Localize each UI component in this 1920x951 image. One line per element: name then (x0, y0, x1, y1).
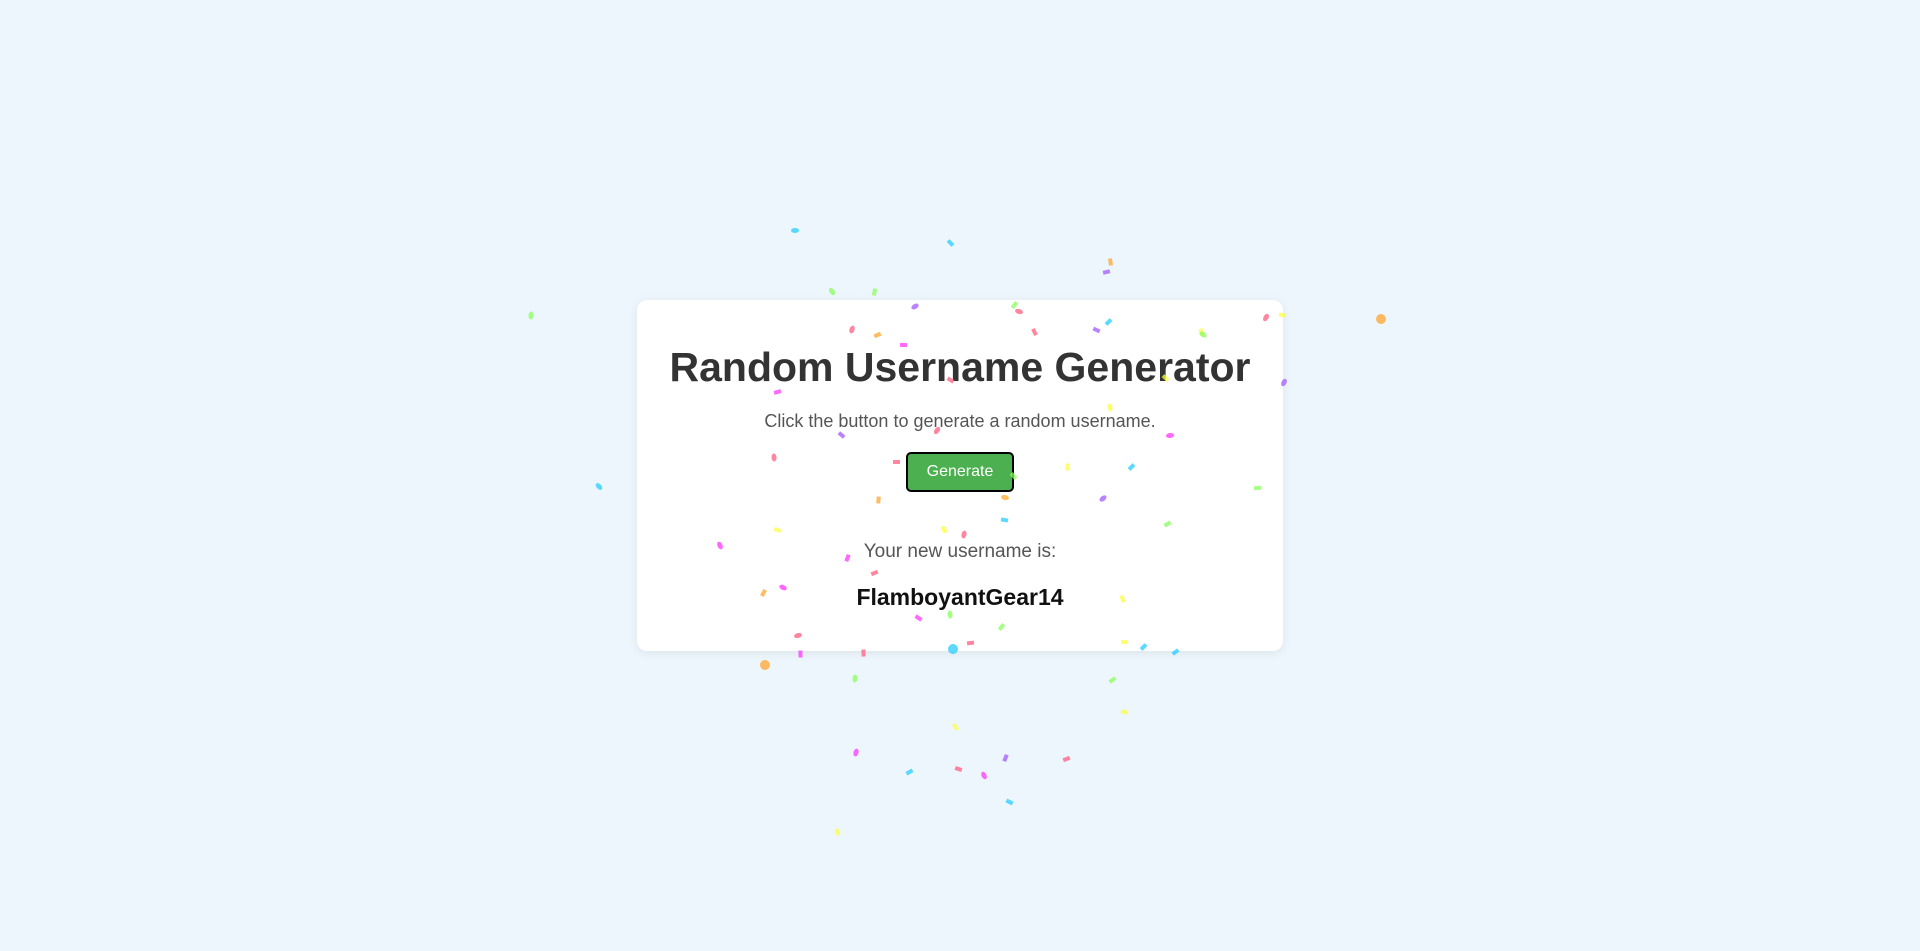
confetti-piece (905, 768, 914, 776)
confetti-piece (1107, 258, 1114, 266)
confetti-piece (757, 657, 773, 673)
confetti-piece (1102, 269, 1111, 275)
confetti-piece (946, 239, 955, 247)
page-title: Random Username Generator (669, 344, 1251, 390)
result-label: Your new username is: (863, 541, 1057, 562)
confetti-piece (791, 228, 799, 233)
generator-card: Random Username Generator Click the butt… (637, 300, 1283, 651)
confetti-piece (954, 766, 963, 772)
confetti-piece (827, 286, 837, 297)
confetti-piece (1062, 755, 1071, 763)
confetti-piece (1005, 798, 1014, 806)
confetti-piece (528, 311, 534, 320)
confetti-piece (594, 481, 604, 492)
confetti-piece (834, 828, 841, 836)
confetti-piece (1120, 709, 1129, 715)
generate-button[interactable]: Generate (906, 452, 1014, 492)
confetti-piece (852, 674, 858, 683)
confetti-piece (951, 722, 960, 732)
page: Random Username Generator Click the butt… (0, 0, 1920, 951)
instructions-text: Click the button to generate a random us… (764, 411, 1156, 431)
confetti-piece (871, 288, 878, 296)
confetti-piece (1373, 311, 1389, 327)
confetti-piece (798, 650, 803, 658)
confetti-piece (1108, 676, 1117, 684)
confetti-piece (1002, 754, 1009, 762)
generated-username: FlamboyantGear14 (856, 584, 1064, 610)
confetti-piece (980, 770, 988, 781)
confetti-piece (852, 748, 860, 757)
